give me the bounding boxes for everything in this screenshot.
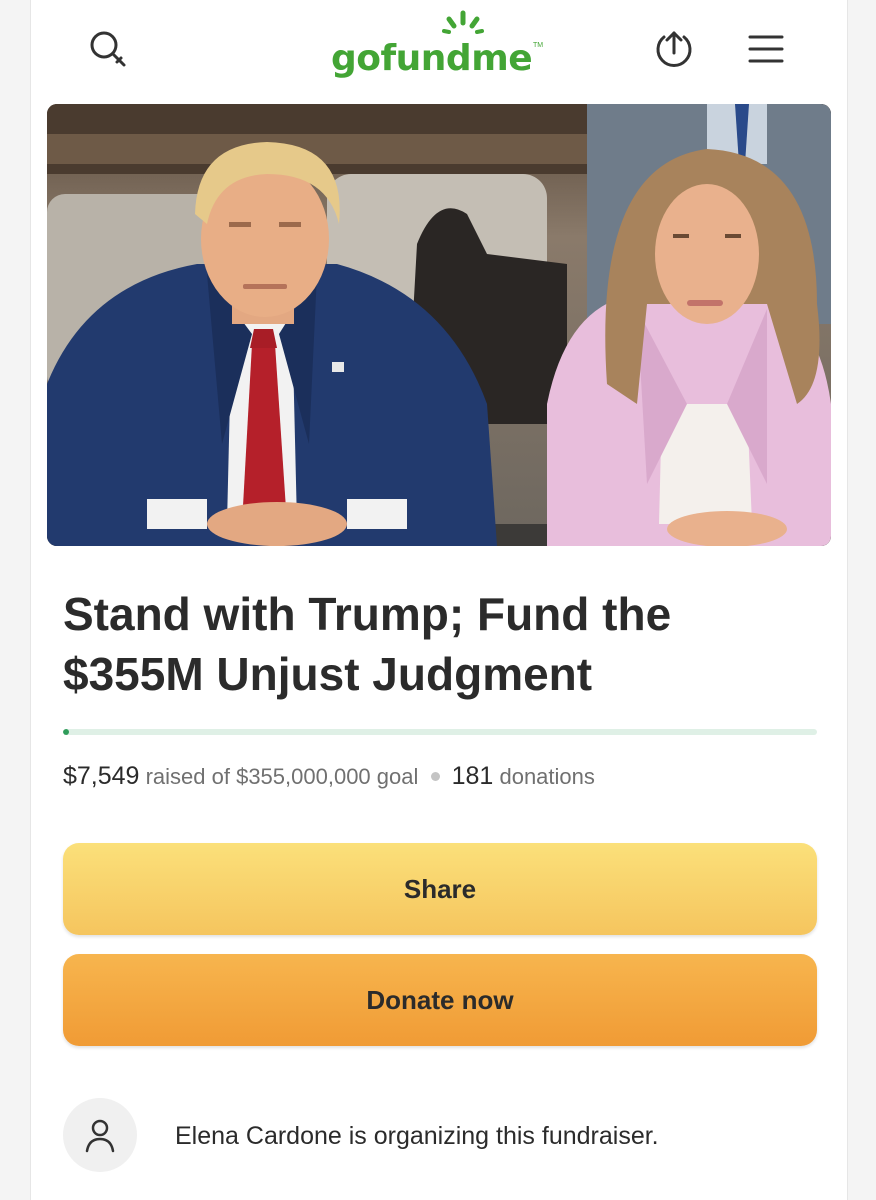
user-icon xyxy=(85,1119,115,1153)
fundraiser-page: gofundme TM Stand with Trump; Fund the $… xyxy=(30,0,848,1200)
share-upload-icon xyxy=(656,31,692,67)
donate-now-button[interactable]: Donate now xyxy=(63,954,817,1046)
logo-wordmark: gofundme xyxy=(331,38,533,79)
menu-button[interactable] xyxy=(741,24,791,74)
sun-rays-icon xyxy=(442,10,484,34)
donations-label[interactable]: donations xyxy=(499,764,594,789)
organizer-avatar xyxy=(63,1098,137,1172)
share-button[interactable]: Share xyxy=(63,843,817,935)
donation-count[interactable]: 181 xyxy=(452,762,494,790)
raised-goal-label: raised of $355,000,000 goal xyxy=(145,764,419,789)
search-icon xyxy=(90,31,126,67)
raised-amount: $7,549 xyxy=(63,762,140,790)
share-upload-button[interactable] xyxy=(649,24,699,74)
separator-dot xyxy=(430,772,440,782)
campaign-title-line1: Stand with Trump; Fund the xyxy=(63,588,672,640)
campaign-hero-photo xyxy=(47,104,831,546)
courtroom-photo-illustration xyxy=(47,104,831,546)
campaign-title-line2: $355M Unjust Judgment xyxy=(63,648,593,700)
trademark-mark: TM xyxy=(533,42,544,49)
organizer-text: Elena Cardone is organizing this fundrai… xyxy=(175,1122,659,1150)
top-navigation-bar: gofundme TM xyxy=(31,0,847,100)
fundraising-progress-bar xyxy=(63,729,817,735)
campaign-title: Stand with Trump; Fund the $355M Unjust … xyxy=(63,584,823,704)
hamburger-menu-icon xyxy=(748,35,784,63)
fundraising-stats: $7,549 raised of $355,000,000 goal 181 d… xyxy=(63,762,595,791)
search-button[interactable] xyxy=(83,24,133,74)
gofundme-logo[interactable]: gofundme TM xyxy=(321,8,561,88)
organizer-info[interactable]: Elena Cardone is organizing this fundrai… xyxy=(63,1098,823,1178)
progress-bar-fill xyxy=(63,729,69,735)
